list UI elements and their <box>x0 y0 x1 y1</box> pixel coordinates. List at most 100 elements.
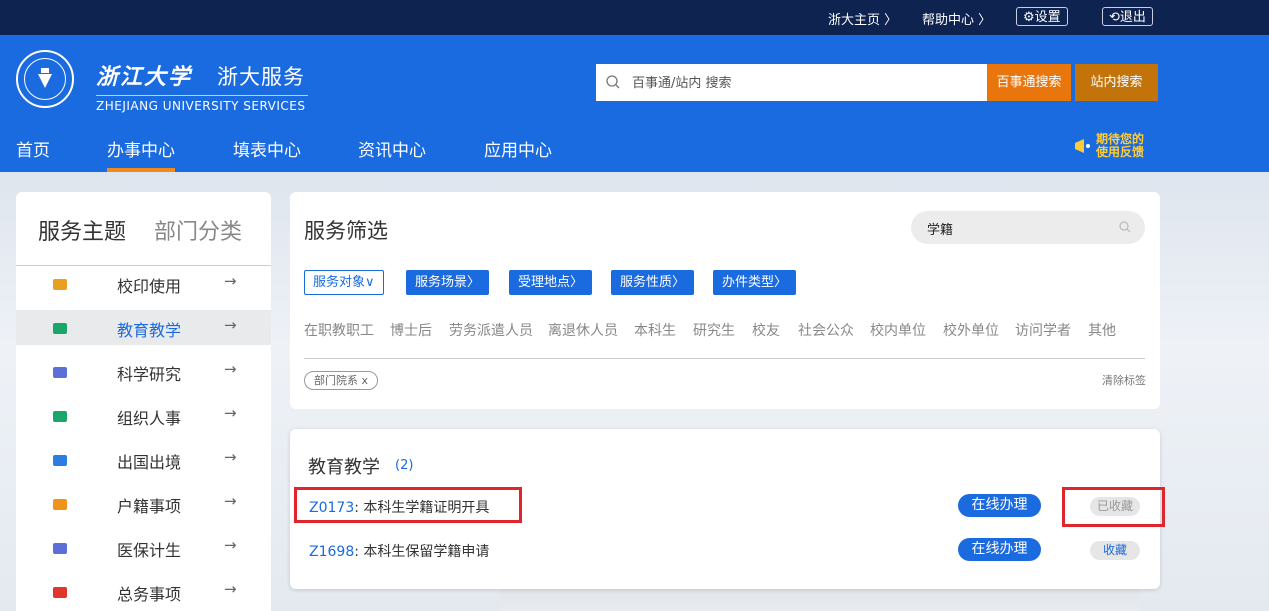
service-theme-panel: 服务主题 部门分类 校印使用 → 教育教学 → 科学研究 → 组织人事 → 出国出境 → 户籍事项 →… <box>16 192 271 611</box>
result-link[interactable]: Z1698: 本科生保留学籍申请 <box>309 541 489 561</box>
calendar-icon <box>52 496 68 512</box>
id-card-icon <box>52 452 68 468</box>
arrow-right-icon: → <box>224 404 237 422</box>
sidebar-item[interactable]: 校印使用 → <box>16 266 271 301</box>
medkit-icon <box>52 540 68 556</box>
settings-button[interactable]: ⚙设置 <box>1016 7 1068 26</box>
megaphone-icon <box>1075 139 1090 153</box>
baishitong-search-button[interactable]: 百事通搜索 <box>987 64 1071 101</box>
chevron-right-icon: 〉 <box>774 275 788 290</box>
arrow-right-icon: → <box>224 272 237 290</box>
sidebar-item-label: 教育教学 <box>117 321 182 340</box>
sidebar-item-label: 出国出境 <box>117 453 182 472</box>
logout-icon: ⟲ <box>1109 10 1120 25</box>
sidebar-item[interactable]: 组织人事 → <box>16 398 271 433</box>
arrow-right-icon: → <box>224 448 237 466</box>
arrow-right-icon: → <box>224 316 237 334</box>
nav-home[interactable]: 首页 <box>16 136 50 161</box>
option-external-unit[interactable]: 校外单位 <box>943 320 999 340</box>
online-apply-button[interactable]: 在线办理 <box>958 494 1041 517</box>
nav-active-indicator <box>107 168 175 172</box>
chip-service-scene[interactable]: 服务场景〉 <box>406 270 490 295</box>
sidebar-item[interactable]: 户籍事项 → <box>16 486 271 521</box>
favorite-button[interactable]: 收藏 <box>1090 541 1140 560</box>
option-graduate[interactable]: 研究生 <box>693 320 735 340</box>
search-icon[interactable] <box>1119 221 1131 233</box>
sidebar-item-label: 户籍事项 <box>117 497 182 516</box>
feedback-link[interactable]: 期待您的 使用反馈 <box>1072 131 1162 161</box>
filter-search <box>911 211 1145 244</box>
filter-title: 服务筛选 <box>304 219 388 243</box>
clear-tags-button[interactable]: 清除标签 <box>1102 372 1146 388</box>
tab-service-theme[interactable]: 服务主题 <box>38 214 126 246</box>
favorite-button[interactable]: 已收藏 <box>1090 497 1140 516</box>
sidebar-item-label: 科学研究 <box>117 365 182 384</box>
sidebar-item[interactable]: 教育教学 → <box>16 310 271 345</box>
arrow-right-icon: → <box>224 580 237 598</box>
chip-service-target[interactable]: 服务对象∨ <box>304 270 384 295</box>
site-search-button[interactable]: 站内搜索 <box>1075 64 1158 101</box>
option-visiting-scholar[interactable]: 访问学者 <box>1015 320 1071 340</box>
chevron-right-icon: 〉 <box>974 13 992 28</box>
search-icon <box>606 75 620 89</box>
sidebar-item[interactable]: 科学研究 → <box>16 354 271 389</box>
logo-english-name: ZHEJIANG UNIVERSITY SERVICES <box>96 95 308 113</box>
result-row: Z0173: 本科生学籍证明开具 在线办理 已收藏 <box>290 490 1160 520</box>
sidebar-item[interactable]: 出国出境 → <box>16 442 271 477</box>
arrow-right-icon: → <box>224 492 237 510</box>
logout-button[interactable]: ⟲退出 <box>1102 7 1153 26</box>
arrow-right-icon: → <box>224 360 237 378</box>
online-apply-button[interactable]: 在线办理 <box>958 538 1041 561</box>
result-link[interactable]: Z0173: 本科生学籍证明开具 <box>309 497 489 517</box>
global-search-input[interactable] <box>630 72 974 94</box>
global-search <box>596 64 987 101</box>
seal-emblem-icon <box>38 68 52 88</box>
divider <box>304 358 1145 359</box>
sidebar-item-label: 校印使用 <box>117 277 182 296</box>
option-internal-unit[interactable]: 校内单位 <box>870 320 926 340</box>
option-dispatched[interactable]: 劳务派遣人员 <box>449 320 533 340</box>
arrow-right-icon: → <box>224 536 237 554</box>
sidebar-item[interactable]: 医保计生 → <box>16 530 271 565</box>
folder-icon <box>52 408 68 424</box>
zju-seal-logo <box>16 50 74 108</box>
chip-case-type[interactable]: 办件类型〉 <box>713 270 797 295</box>
nav-app-center[interactable]: 应用中心 <box>484 136 552 161</box>
gear-icon: ⚙ <box>1023 10 1035 25</box>
option-other[interactable]: 其他 <box>1088 320 1116 340</box>
selected-tag-department[interactable]: 部门院系 x <box>304 371 379 390</box>
option-postdoc[interactable]: 博士后 <box>390 320 432 340</box>
chevron-right-icon: 〉 <box>570 275 584 290</box>
flask-icon <box>52 364 68 380</box>
nav-news-center[interactable]: 资讯中心 <box>358 136 426 161</box>
zju-home-link[interactable]: 浙大主页 〉 <box>828 9 897 28</box>
top-bar: 浙大主页 〉 帮助中心 〉 ⚙设置 ⟲退出 <box>0 0 1269 35</box>
sidebar-item-label: 医保计生 <box>117 541 182 560</box>
chip-service-nature[interactable]: 服务性质〉 <box>611 270 695 295</box>
ticket-icon <box>52 584 68 600</box>
sidebar-item-label: 总务事项 <box>117 585 182 604</box>
header: 浙江大学 浙大服务 ZHEJIANG UNIVERSITY SERVICES 百… <box>0 35 1269 172</box>
logo-service-name: 浙大服务 <box>217 65 305 89</box>
option-alumni[interactable]: 校友 <box>752 320 780 340</box>
option-staff[interactable]: 在职教职工 <box>304 320 374 340</box>
chip-location[interactable]: 受理地点〉 <box>509 270 593 295</box>
sidebar-item-label: 组织人事 <box>117 409 182 428</box>
logo-chinese-name: 浙江大学 <box>96 64 193 90</box>
chevron-down-icon: ∨ <box>365 275 375 290</box>
option-public[interactable]: 社会公众 <box>798 320 854 340</box>
filter-search-input[interactable] <box>925 218 1109 238</box>
help-center-link[interactable]: 帮助中心 〉 <box>922 9 991 28</box>
sidebar-item[interactable]: 总务事项 → <box>16 574 271 609</box>
tab-department[interactable]: 部门分类 <box>154 214 242 246</box>
nav-form-center[interactable]: 填表中心 <box>233 136 301 161</box>
nav-service-center[interactable]: 办事中心 <box>107 136 175 161</box>
result-row: Z1698: 本科生保留学籍申请 在线办理 收藏 <box>290 534 1160 564</box>
option-retired[interactable]: 离退休人员 <box>548 320 618 340</box>
service-filter-panel: 服务筛选 服务对象∨ 服务场景〉 受理地点〉 服务性质〉 办件类型〉 在职教职工… <box>290 192 1160 409</box>
option-undergrad[interactable]: 本科生 <box>634 320 676 340</box>
results-count: (2) <box>395 458 414 473</box>
chevron-right-icon: 〉 <box>467 275 481 290</box>
chevron-right-icon: 〉 <box>880 13 898 28</box>
books-icon <box>52 320 68 336</box>
